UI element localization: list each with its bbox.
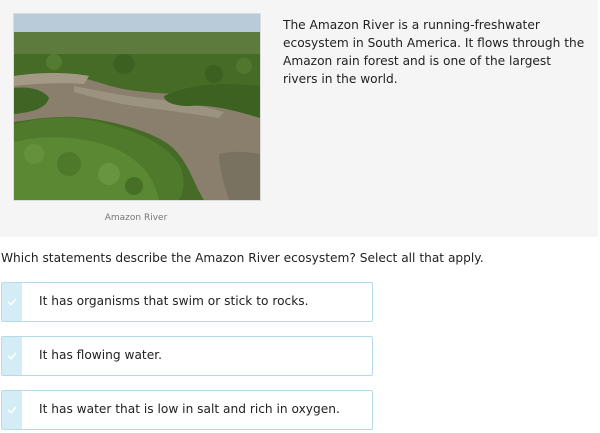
answer-option-label: It has flowing water. bbox=[39, 348, 162, 362]
checkmark-icon bbox=[2, 337, 22, 375]
question-prompt: Which statements describe the Amazon Riv… bbox=[1, 251, 484, 265]
passage-panel: Amazon River The Amazon River is a runni… bbox=[0, 0, 598, 237]
answer-option-2[interactable]: It has flowing water. bbox=[1, 336, 373, 376]
question-page: Amazon River The Amazon River is a runni… bbox=[0, 0, 600, 433]
passage-text: The Amazon River is a running-freshwater… bbox=[283, 18, 585, 86]
answer-option-label: It has water that is low in salt and ric… bbox=[39, 402, 340, 416]
checkmark-icon bbox=[2, 391, 22, 429]
amazon-river-photo bbox=[13, 13, 261, 201]
checkmark-icon bbox=[2, 283, 22, 321]
image-caption: Amazon River bbox=[104, 213, 168, 223]
answer-option-label: It has organisms that swim or stick to r… bbox=[39, 294, 309, 308]
answer-option-3[interactable]: It has water that is low in salt and ric… bbox=[1, 390, 373, 430]
answer-option-1[interactable]: It has organisms that swim or stick to r… bbox=[1, 282, 373, 322]
river-photo-illustration bbox=[14, 14, 260, 200]
